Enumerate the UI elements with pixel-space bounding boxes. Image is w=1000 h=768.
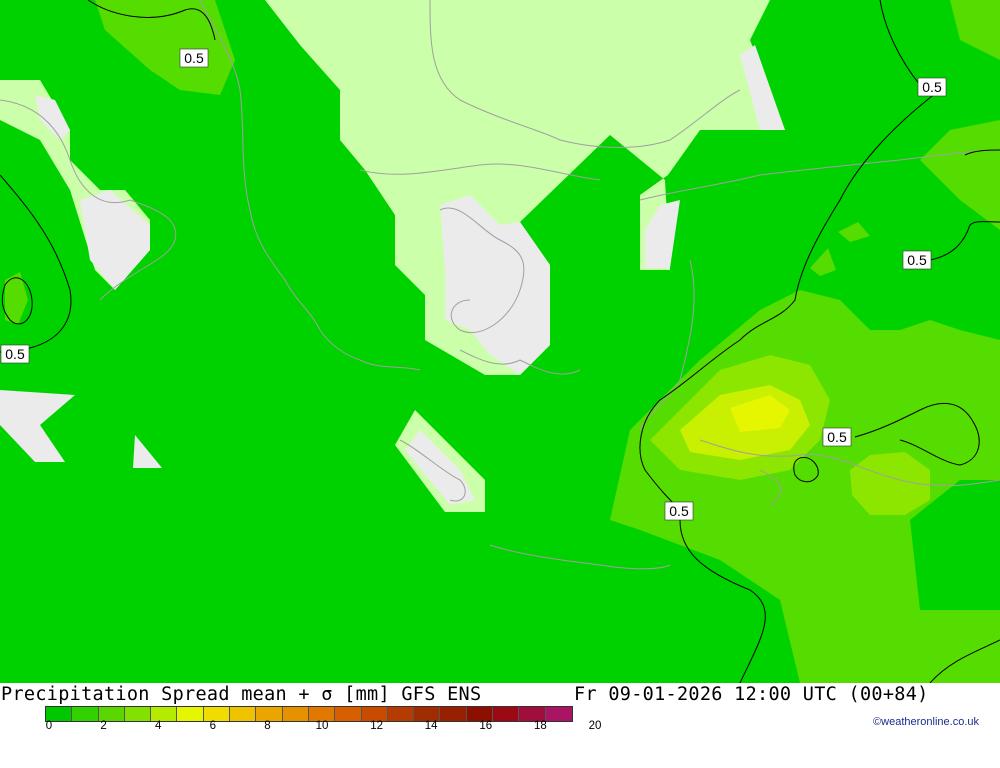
legend-swatch bbox=[230, 707, 257, 721]
legend-tick-label: 0 bbox=[45, 720, 53, 732]
legend-swatch bbox=[308, 707, 336, 721]
contour-label: 0.5 bbox=[902, 250, 932, 270]
contour-label: 0.5 bbox=[179, 48, 209, 68]
legend-swatch bbox=[46, 707, 73, 721]
svg-text:0.5: 0.5 bbox=[922, 79, 942, 95]
legend-tick-label: 10 bbox=[315, 720, 329, 732]
legend-tick-label: 8 bbox=[264, 720, 271, 732]
legend-tick-label: 4 bbox=[154, 720, 162, 732]
legend-tick-label: 14 bbox=[424, 720, 438, 732]
legend-swatch bbox=[124, 707, 152, 721]
svg-text:0.5: 0.5 bbox=[907, 252, 927, 268]
legend-tick-label: 18 bbox=[533, 720, 547, 732]
legend-swatch bbox=[440, 707, 467, 721]
legend-swatch bbox=[493, 707, 520, 721]
credit-link[interactable]: ©weatheronline.co.uk bbox=[873, 716, 979, 728]
legend-tick-label: 20 bbox=[588, 720, 602, 732]
svg-text:0.5: 0.5 bbox=[827, 429, 847, 445]
legend-ticks: 0 2 4 6 8 10 12 14 16 18 20 bbox=[0, 720, 700, 733]
map-title: Precipitation Spread mean + σ [mm] GFS E… bbox=[1, 684, 482, 705]
legend-swatch bbox=[414, 707, 441, 721]
legend-swatch bbox=[545, 707, 572, 721]
contour-label: 0.5 bbox=[664, 501, 694, 521]
precipitation-spread-map: 0.5 0.5 0.5 0.5 0.5 0.5 bbox=[0, 0, 1000, 683]
legend-swatch bbox=[282, 707, 309, 721]
legend-swatch bbox=[361, 707, 388, 721]
legend-swatch bbox=[177, 707, 204, 721]
legend-tick-label: 2 bbox=[100, 720, 107, 732]
legend-swatch bbox=[72, 707, 99, 721]
legend-swatch bbox=[466, 707, 494, 721]
svg-text:0.5: 0.5 bbox=[5, 346, 25, 362]
legend-tick-label: 16 bbox=[479, 720, 493, 732]
map-footer: Precipitation Spread mean + σ [mm] GFS E… bbox=[0, 683, 1000, 733]
legend-tick-label: 6 bbox=[209, 720, 216, 732]
svg-text:0.5: 0.5 bbox=[184, 50, 204, 66]
legend-swatch bbox=[335, 707, 362, 721]
legend-swatch bbox=[387, 707, 415, 721]
svg-text:0.5: 0.5 bbox=[669, 503, 689, 519]
legend-swatch bbox=[151, 707, 178, 721]
legend-swatch bbox=[256, 707, 283, 721]
title-bar: Precipitation Spread mean + σ [mm] GFS E… bbox=[0, 684, 1000, 706]
valid-time: Fr 09-01-2026 12:00 UTC (00+84) bbox=[574, 684, 929, 705]
legend-swatch bbox=[519, 707, 546, 721]
contour-label: 0.5 bbox=[917, 77, 947, 97]
legend-tick-label: 12 bbox=[370, 720, 383, 732]
legend-swatch bbox=[203, 707, 231, 721]
legend-swatch bbox=[98, 707, 125, 721]
contour-label: 0.5 bbox=[822, 427, 852, 447]
contour-label: 0.5 bbox=[0, 344, 30, 364]
